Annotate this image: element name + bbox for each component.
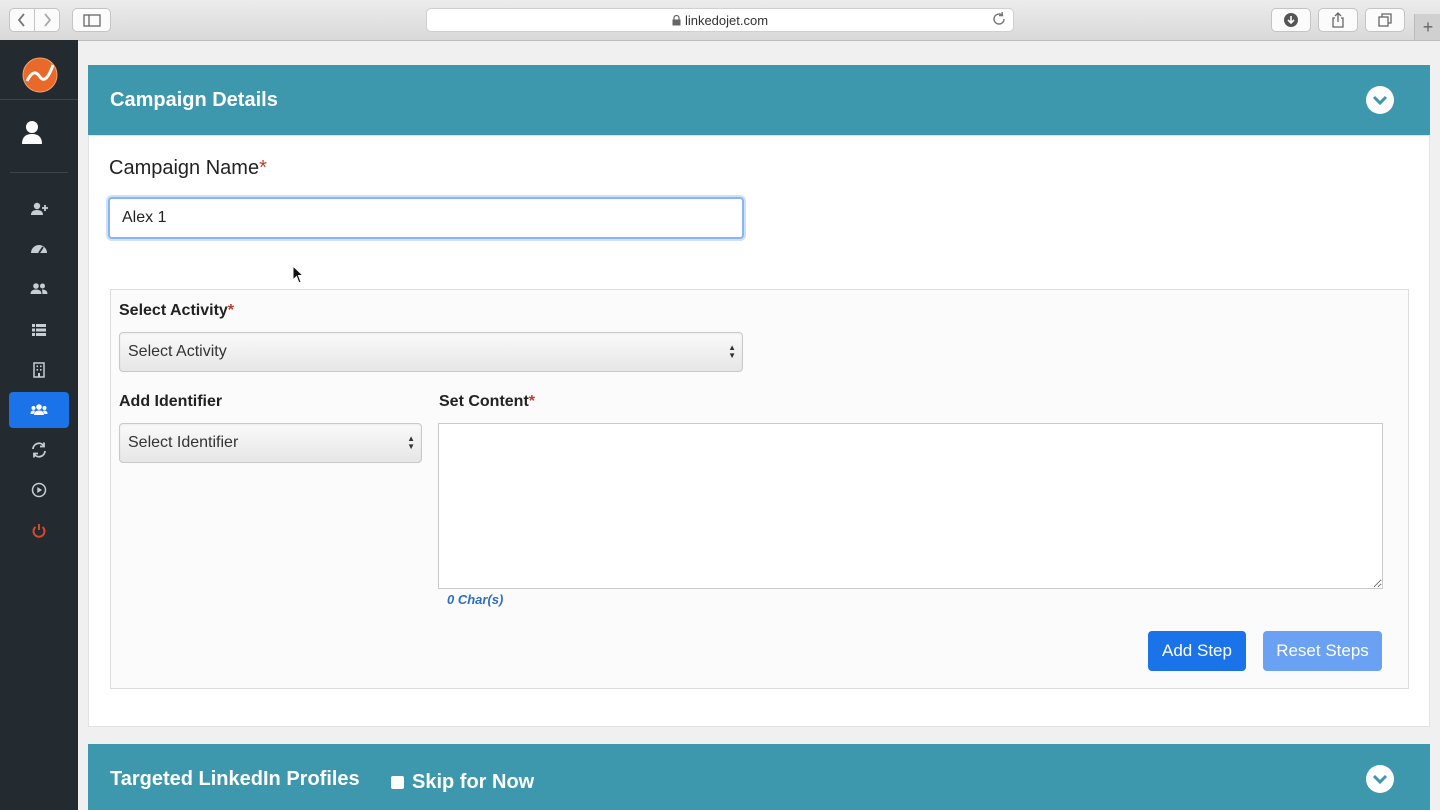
new-tab-button[interactable]: +: [1414, 14, 1440, 40]
divider: [10, 172, 68, 173]
building-icon: [33, 362, 45, 378]
char-counter: 0 Char(s): [447, 592, 504, 607]
back-button[interactable]: [9, 8, 35, 32]
select-activity-label: Select Activity*: [119, 302, 234, 320]
dashboard-icon: [31, 245, 47, 254]
select-value: Select Identifier: [128, 434, 239, 451]
tabs-icon: [1378, 13, 1392, 27]
chevron-down-icon: [1372, 774, 1388, 785]
nav-companies[interactable]: [9, 352, 69, 388]
select-arrows-icon: ▲ ▼: [407, 434, 415, 451]
label-text: Select Activity: [119, 302, 228, 319]
users-icon: [30, 283, 48, 294]
nav-add-contact[interactable]: [9, 191, 69, 227]
add-identifier-label: Add Identifier: [119, 393, 223, 410]
identifier-select[interactable]: Select Identifier ▲ ▼: [119, 423, 422, 463]
campaign-name-input[interactable]: [108, 197, 744, 239]
nav-run[interactable]: [9, 472, 69, 508]
label-text: Campaign Name: [109, 157, 260, 179]
required-mark: *: [259, 157, 267, 179]
required-mark: *: [528, 393, 536, 410]
sidebar-icon: [82, 13, 101, 27]
nav-dashboard[interactable]: [9, 231, 69, 267]
sidebar-toggle-button[interactable]: [72, 8, 111, 32]
activity-select[interactable]: Select Activity ▲ ▼: [119, 332, 743, 372]
reload-icon[interactable]: [991, 11, 1007, 27]
address-bar[interactable]: linkedojet.com: [426, 8, 1014, 32]
reset-steps-button[interactable]: Reset Steps: [1263, 631, 1382, 671]
skip-checkbox[interactable]: [391, 776, 404, 789]
nav-logout[interactable]: [9, 513, 69, 549]
collapse-button[interactable]: [1366, 86, 1394, 114]
app-logo[interactable]: [22, 57, 58, 93]
select-value: Select Activity: [128, 343, 227, 360]
panel-title: Campaign Details: [110, 89, 278, 111]
label-text: Set Content: [439, 393, 529, 410]
add-step-button[interactable]: Add Step: [1148, 631, 1246, 671]
campaign-name-label: Campaign Name*: [109, 157, 267, 180]
campaign-details-header[interactable]: Campaign Details: [88, 65, 1430, 135]
skip-for-now-toggle[interactable]: Skip for Now: [391, 771, 534, 794]
campaigns-icon: [30, 404, 48, 415]
user-avatar-icon[interactable]: [20, 118, 44, 146]
forward-button[interactable]: [34, 8, 60, 32]
skip-label: Skip for Now: [412, 771, 535, 793]
refresh-icon: [32, 442, 46, 458]
panel-title: Targeted LinkedIn Profiles: [110, 768, 360, 790]
nav-campaigns[interactable]: [9, 392, 69, 428]
targeted-profiles-header[interactable]: Targeted LinkedIn Profiles Skip for Now: [88, 744, 1430, 810]
nav-lists[interactable]: [9, 312, 69, 348]
nav-sync[interactable]: [9, 432, 69, 468]
divider: [0, 99, 78, 100]
share-button[interactable]: [1318, 8, 1358, 32]
chevron-right-icon: [44, 13, 52, 27]
expand-button[interactable]: [1366, 765, 1394, 793]
browser-toolbar: linkedojet.com +: [0, 0, 1440, 41]
downloads-button[interactable]: [1271, 8, 1311, 32]
content-textarea[interactable]: [438, 423, 1383, 589]
url-text: linkedojet.com: [684, 12, 769, 28]
power-icon: [32, 524, 46, 538]
play-icon: [31, 482, 47, 498]
plus-icon: +: [1422, 16, 1434, 37]
mouse-cursor-icon: [292, 265, 304, 284]
lock-icon: [672, 14, 681, 25]
sidebar: [0, 40, 78, 810]
list-icon: [32, 324, 46, 336]
set-content-label: Set Content*: [439, 393, 535, 411]
select-arrows-icon: ▲ ▼: [728, 343, 736, 360]
required-mark: *: [227, 302, 235, 319]
tabs-button[interactable]: [1365, 8, 1405, 32]
user-plus-icon: [31, 202, 48, 215]
share-icon: [1332, 12, 1344, 28]
chevron-down-icon: [1372, 95, 1388, 106]
chevron-left-icon: [17, 13, 25, 27]
download-icon: [1284, 13, 1298, 27]
nav-contacts[interactable]: [9, 271, 69, 307]
